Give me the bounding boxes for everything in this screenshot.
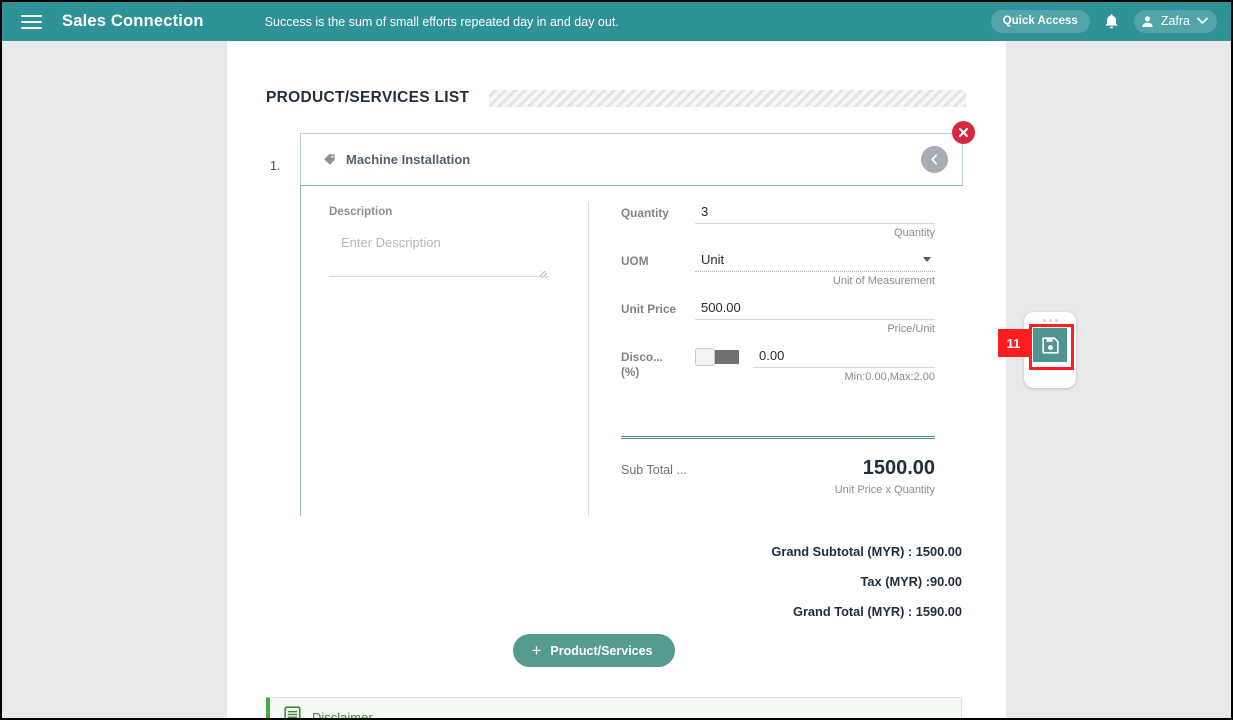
subtotal-hint: Unit Price x Quantity xyxy=(834,484,935,496)
topbar-actions: Quick Access Zafra xyxy=(990,10,1217,33)
subtotal-value: 1500.00 xyxy=(862,457,935,479)
hamburger-menu-icon[interactable] xyxy=(10,2,52,41)
floating-action-card xyxy=(1024,312,1076,388)
top-navigation-bar: Sales Connection Success is the sum of s… xyxy=(2,2,1231,41)
tax-line: Tax (MYR) :90.00 xyxy=(860,574,962,589)
close-x-icon xyxy=(958,127,969,138)
topbar-tagline: Success is the sum of small efforts repe… xyxy=(264,14,619,29)
chevron-left-icon xyxy=(931,154,938,165)
drag-handle-dots-icon[interactable] xyxy=(1042,319,1058,322)
discount-toggle-switch[interactable] xyxy=(695,348,739,366)
grand-subtotal-line: Grand Subtotal (MYR) : 1500.00 xyxy=(771,544,962,559)
page-title: PRODUCT/SERVICES LIST xyxy=(266,89,470,106)
section-header: PRODUCT/SERVICES LIST xyxy=(266,89,1006,107)
user-menu[interactable]: Zafra xyxy=(1133,10,1217,33)
disclaimer-label: Disclaimer xyxy=(312,709,373,720)
discount-field-row: Disco... (%) 0.00 Min:0.00,Max:2.00 xyxy=(621,346,935,392)
product-item-header: Machine Installation xyxy=(300,133,963,186)
subtotal-label: Sub Total ... xyxy=(621,463,687,477)
uom-label: UOM xyxy=(621,254,649,268)
person-icon xyxy=(1142,15,1153,27)
discount-input[interactable] xyxy=(753,346,935,368)
subtotal-row: Sub Total ... 1500.00 xyxy=(621,457,935,480)
unit-price-field-row: Unit Price Price/Unit xyxy=(621,298,935,344)
disclaimer-panel[interactable]: Disclaimer xyxy=(266,697,962,720)
uom-select[interactable] xyxy=(695,250,935,272)
product-item-title: Machine Installation xyxy=(346,152,471,167)
user-name-label: Zafra xyxy=(1160,14,1190,28)
product-item-card: Machine Installation Description Enter D… xyxy=(300,121,975,516)
list-box-icon xyxy=(284,706,301,718)
app-screen: Sales Connection Success is the sum of s… xyxy=(0,0,1233,720)
add-product-services-label: Product/Services xyxy=(550,643,653,658)
subtotal-divider xyxy=(621,436,935,439)
unit-price-hint: Price/Unit xyxy=(887,323,935,335)
quantity-field-row: Quantity Quantity xyxy=(621,202,935,248)
fields-column: Quantity Quantity UOM xyxy=(589,202,963,516)
description-column: Description xyxy=(301,202,589,516)
plus-icon: + xyxy=(531,641,542,660)
item-index-label: 1. xyxy=(270,159,281,173)
unit-price-input[interactable] xyxy=(695,298,935,320)
uom-field-row: UOM Unit of Measurement xyxy=(621,250,935,296)
quick-access-button[interactable]: Quick Access xyxy=(990,10,1090,33)
floppy-save-icon xyxy=(1041,336,1059,354)
quantity-label: Quantity xyxy=(621,206,669,220)
main-content-pane: PRODUCT/SERVICES LIST 1. Machine Install… xyxy=(227,41,1006,720)
discount-hint: Min:0.00,Max:2.00 xyxy=(844,371,936,383)
product-item-body: Description Quantity Quantity xyxy=(300,186,963,516)
add-product-services-button[interactable]: + Product/Services xyxy=(513,634,675,667)
step-number-badge: 11 xyxy=(998,329,1029,357)
left-gutter xyxy=(2,41,227,718)
grand-total-line: Grand Total (MYR) : 1590.00 xyxy=(792,604,962,619)
app-brand-title: Sales Connection xyxy=(62,12,204,30)
remove-item-button[interactable] xyxy=(952,121,975,144)
description-input[interactable] xyxy=(329,233,549,277)
unit-price-label: Unit Price xyxy=(621,302,677,316)
uom-hint: Unit of Measurement xyxy=(832,275,935,287)
discount-label-line1: Disco... xyxy=(621,350,663,364)
description-label: Description xyxy=(329,206,393,218)
discount-label-line2: (%) xyxy=(621,365,640,379)
save-button[interactable] xyxy=(1033,328,1067,362)
collapse-item-button[interactable] xyxy=(921,146,948,173)
hatched-placeholder-bar xyxy=(489,89,967,107)
tag-icon xyxy=(323,153,336,166)
chevron-down-icon xyxy=(1197,17,1208,24)
add-product-row: + Product/Services xyxy=(227,634,1006,667)
quantity-input[interactable] xyxy=(695,202,935,224)
bell-icon[interactable] xyxy=(1102,11,1122,33)
quantity-hint: Quantity xyxy=(894,227,935,239)
totals-summary: Grand Subtotal (MYR) : 1500.00 Tax (MYR)… xyxy=(227,544,962,619)
product-item-row: 1. Machine Installation Description Ente… xyxy=(266,121,1006,516)
discount-label: Disco... (%) xyxy=(621,346,695,380)
